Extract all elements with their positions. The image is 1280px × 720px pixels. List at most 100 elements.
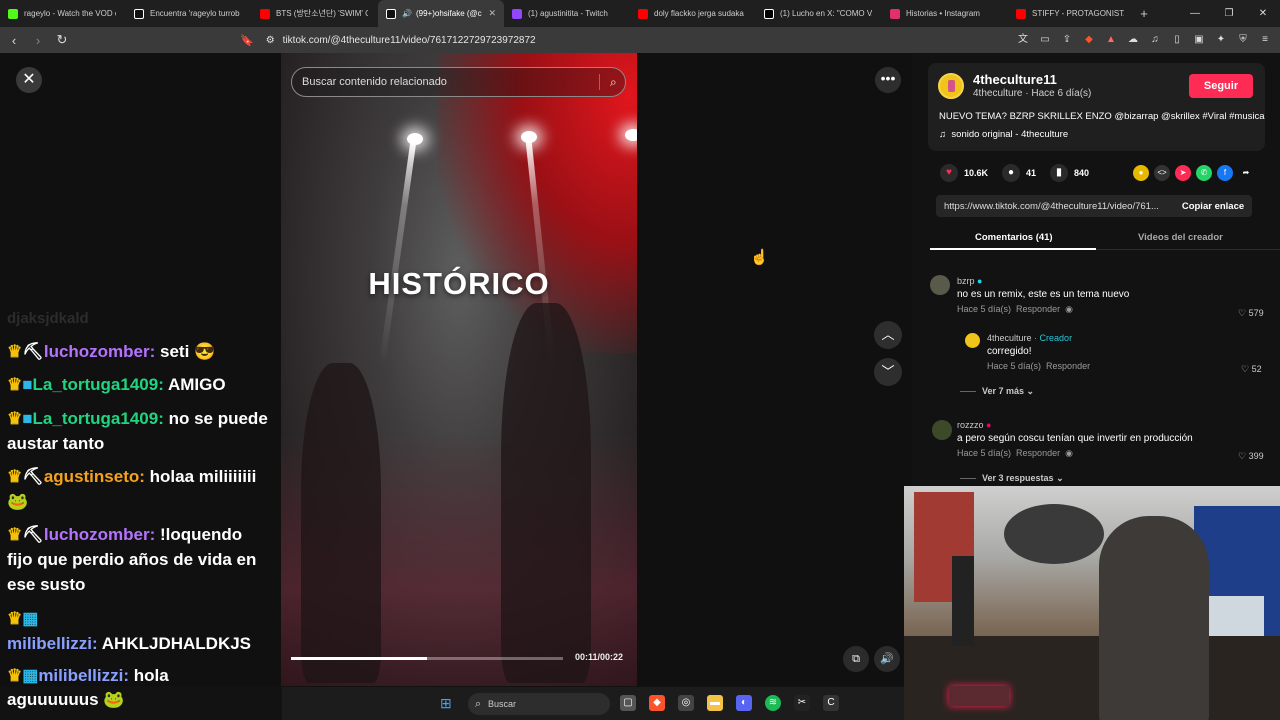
like-button[interactable]: ♥ 10.6K <box>940 164 988 182</box>
pickaxe-badge-icon: ⛏ <box>22 467 44 486</box>
avatar[interactable] <box>932 420 952 440</box>
browser-tab[interactable]: doly flackko jerga sudaka <box>630 0 756 27</box>
browser-tab[interactable]: Encuentra 'rageylo turrob <box>126 0 252 27</box>
browser-tab[interactable]: Historias • Instagram <box>882 0 1008 27</box>
badge-icon: ● <box>986 420 992 430</box>
windows-start-icon[interactable]: ⊞ <box>440 695 456 711</box>
reply-button[interactable]: Responder <box>1016 304 1060 314</box>
back-icon[interactable]: ‹ <box>4 33 24 48</box>
site-info-icon[interactable]: ⚙ <box>266 35 275 46</box>
author-username[interactable]: 4theculture11 <box>973 72 1057 87</box>
video-overlay-title: HISTÓRICO <box>368 266 550 301</box>
share-arrow-icon[interactable]: ➦ <box>1238 165 1254 181</box>
comment-reply: 4theculture · Creador corregido! Hace 5 … <box>987 333 1091 371</box>
link-field[interactable]: https://www.tiktok.com/@4theculture11/vi… <box>936 201 1174 212</box>
volume-icon[interactable]: 🔊 <box>874 646 900 672</box>
brave-icon[interactable]: ◆ <box>649 695 665 711</box>
tab-comments[interactable]: Comentarios (41) <box>975 232 1053 243</box>
emote-icon: 🐸 <box>7 492 29 511</box>
view-replies[interactable]: Ver 3 respuestas ⌄ <box>960 473 1064 484</box>
brave-rewards-icon[interactable]: ▲ <box>1102 31 1120 49</box>
forward-icon[interactable]: › <box>28 33 48 48</box>
coin-icon[interactable]: ● <box>1133 165 1149 181</box>
copy-link-button[interactable]: Copiar enlace <box>1174 201 1252 212</box>
leo-icon[interactable]: ✦ <box>1212 31 1230 49</box>
comment-like[interactable]: ♡ 52 <box>1241 364 1262 375</box>
more-options-icon[interactable]: ••• <box>875 67 901 93</box>
youtube-icon <box>638 8 648 19</box>
avatar[interactable] <box>965 333 980 348</box>
tab-creator-videos[interactable]: Videos del creador <box>1138 232 1223 243</box>
video-progress-fill <box>291 657 427 660</box>
pip-icon[interactable]: ⧉ <box>843 646 869 672</box>
browser-tab-active[interactable]: 🔊 (99+)ohsifake (@c ✕ <box>378 0 504 27</box>
desk <box>904 636 1280 720</box>
comment-button[interactable]: ● 41 <box>1002 164 1036 182</box>
capcut-icon[interactable]: ✂ <box>794 695 810 711</box>
sidebar-icon[interactable]: ▯ <box>1168 31 1186 49</box>
bookmark-icon[interactable]: 🔖 <box>240 34 254 47</box>
translate-icon[interactable]: 文 <box>1014 31 1032 49</box>
taskbar-search[interactable]: Buscar <box>468 693 610 715</box>
brave-shield-icon[interactable]: ◆ <box>1080 31 1098 49</box>
avatar[interactable] <box>930 275 950 295</box>
minimize-icon[interactable]: — <box>1178 8 1212 19</box>
cast-icon[interactable]: ▭ <box>1036 31 1054 49</box>
task-view-icon[interactable]: ▢ <box>620 695 636 711</box>
address-bar: ‹ › ↻ 🔖 ⚙ tiktok.com/@4theculture11/vide… <box>0 27 1280 53</box>
wallet-icon[interactable]: ▣ <box>1190 31 1208 49</box>
discord-icon[interactable]: ◐ <box>736 695 752 711</box>
close-window-icon[interactable]: ✕ <box>1246 8 1280 19</box>
search-icon[interactable]: ⌕ <box>599 74 617 90</box>
avatar[interactable] <box>938 73 964 99</box>
file-explorer-icon[interactable]: ▬ <box>707 695 723 711</box>
music-note-icon: ♫ <box>939 129 947 140</box>
share-icon[interactable]: ⇪ <box>1058 31 1076 49</box>
browser-tab[interactable]: BTS (방탄소년단) 'SWIM' C <box>252 0 378 27</box>
reload-icon[interactable]: ↻ <box>52 32 72 48</box>
post-sound[interactable]: ♫ sonido original - 4theculture <box>939 129 1068 140</box>
url-field[interactable]: 🔖 ⚙ tiktok.com/@4theculture11/video/7617… <box>240 30 970 50</box>
browser-tab[interactable]: rageylo - Watch the VOD o <box>0 0 126 27</box>
browser-tab[interactable]: STIFFY - PROTAGONISTA ( <box>1008 0 1134 27</box>
crown-badge-icon: ♛ <box>7 375 23 394</box>
ccleaner-icon[interactable]: C <box>823 695 839 711</box>
verified-icon: ● <box>977 276 983 286</box>
extension-icon[interactable]: ☁ <box>1124 31 1142 49</box>
comment-icon: ● <box>1002 164 1021 182</box>
reply-button[interactable]: Responder <box>1016 448 1060 458</box>
save-button[interactable]: ▮ 840 <box>1050 164 1089 182</box>
chat-message: ♛■La_tortuga1409: AMIGO <box>7 375 226 394</box>
maximize-icon[interactable]: ❐ <box>1212 8 1246 19</box>
comment-like[interactable]: ♡ 399 <box>1238 451 1264 462</box>
next-video-icon[interactable]: ﹀ <box>874 358 902 386</box>
browser-tab[interactable]: (1) Lucho en X: "COMO VA <box>756 0 882 27</box>
vpn-icon[interactable]: ⛨ <box>1234 31 1252 49</box>
video-player[interactable]: Buscar contenido relacionado ⌕ HISTÓRICO … <box>281 53 637 686</box>
chat-partial-message: aguuuuuus 🐸 <box>7 690 125 709</box>
close-icon[interactable]: ✕ <box>16 67 42 93</box>
embed-icon[interactable]: <> <box>1154 165 1170 181</box>
pickaxe-badge-icon: ⛏ <box>22 525 44 544</box>
spotify-icon[interactable]: ≋ <box>765 695 781 711</box>
related-search-input[interactable]: Buscar contenido relacionado ⌕ <box>291 67 626 97</box>
previous-video-icon[interactable]: ︿ <box>874 321 902 349</box>
reply-button[interactable]: Responder <box>1046 361 1090 371</box>
audio-icon[interactable]: ♫ <box>1146 31 1164 49</box>
menu-icon[interactable]: ≡ <box>1256 31 1274 49</box>
crown-badge-icon: ♛ <box>7 409 23 428</box>
close-tab-icon[interactable]: ✕ <box>488 8 496 19</box>
view-more-replies[interactable]: Ver 7 más ⌄ <box>960 386 1034 397</box>
creator-liked-icon: ◉ <box>1065 448 1073 458</box>
send-icon[interactable]: ➤ <box>1175 165 1191 181</box>
video-progress-bar[interactable] <box>291 657 563 660</box>
heart-icon: ♥ <box>940 164 958 182</box>
browser-tab[interactable]: (1) agustinitita - Twitch <box>504 0 630 27</box>
whatsapp-icon[interactable]: ✆ <box>1196 165 1212 181</box>
comment-like[interactable]: ♡ 579 <box>1238 308 1264 319</box>
follow-button[interactable]: Seguir <box>1189 74 1253 98</box>
new-tab-button[interactable]: + <box>1134 6 1154 21</box>
facebook-icon[interactable]: f <box>1217 165 1233 181</box>
youtube-icon <box>1016 8 1026 19</box>
app-icon[interactable]: ◎ <box>678 695 694 711</box>
